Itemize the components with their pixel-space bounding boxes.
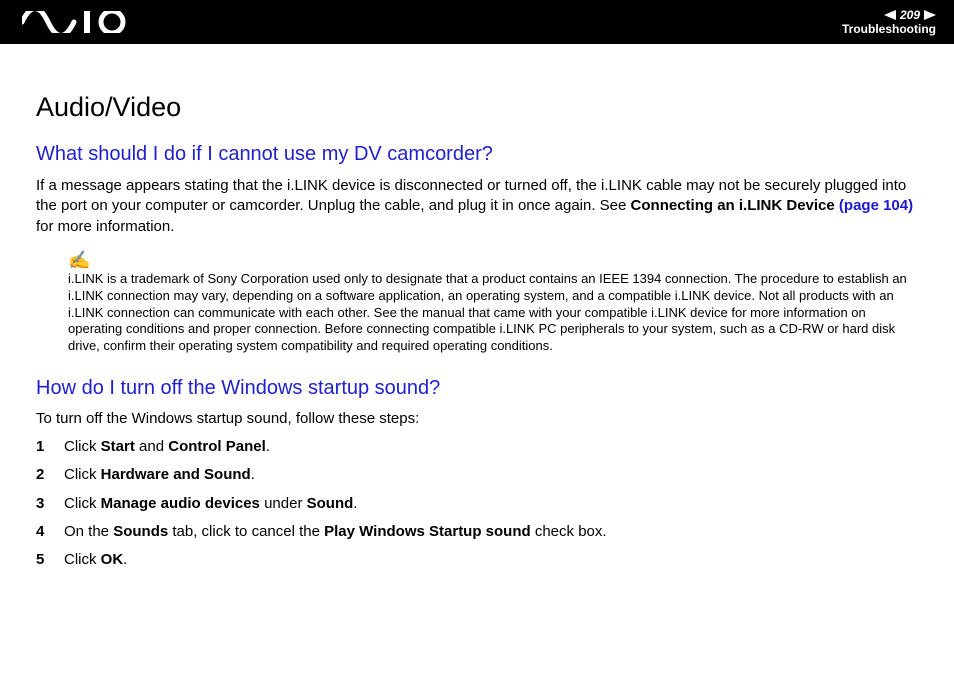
section2-heading: How do I turn off the Windows startup so… bbox=[36, 377, 918, 400]
note-text: i.LINK is a trademark of Sony Corporatio… bbox=[68, 271, 918, 355]
text: . bbox=[266, 438, 270, 455]
text: tab, click to cancel the bbox=[168, 523, 324, 540]
text: Click bbox=[64, 551, 101, 568]
text-bold: Play Windows Startup sound bbox=[324, 523, 531, 540]
text: Click bbox=[64, 495, 101, 512]
header-right: 209 Troubleshooting bbox=[842, 8, 936, 37]
text-bold: Control Panel bbox=[168, 438, 266, 455]
text: for more information. bbox=[36, 218, 174, 235]
note-icon: ✍ bbox=[68, 251, 918, 269]
text: Click bbox=[64, 466, 101, 483]
vaio-logo bbox=[22, 11, 130, 33]
page-number: 209 bbox=[900, 8, 920, 22]
section1-body: If a message appears stating that the i.… bbox=[36, 176, 918, 237]
next-page-arrow-icon[interactable] bbox=[924, 10, 936, 20]
text-bold: Sound bbox=[307, 495, 354, 512]
steps-list: Click Start and Control Panel. Click Har… bbox=[36, 437, 918, 570]
step-item: Click Hardware and Sound. bbox=[36, 465, 918, 485]
section2-intro: To turn off the Windows startup sound, f… bbox=[36, 410, 918, 427]
page-title: Audio/Video bbox=[36, 92, 918, 123]
section1-heading: What should I do if I cannot use my DV c… bbox=[36, 143, 918, 166]
step-item: Click Start and Control Panel. bbox=[36, 437, 918, 457]
text: and bbox=[135, 438, 168, 455]
text-bold: Start bbox=[101, 438, 135, 455]
prev-page-arrow-icon[interactable] bbox=[884, 10, 896, 20]
step-item: Click Manage audio devices under Sound. bbox=[36, 494, 918, 514]
page-nav: 209 bbox=[842, 8, 936, 22]
text: Click bbox=[64, 438, 101, 455]
text-bold: Manage audio devices bbox=[101, 495, 260, 512]
text-bold: Connecting an i.LINK Device bbox=[631, 197, 839, 214]
text: . bbox=[251, 466, 255, 483]
text-bold: Sounds bbox=[113, 523, 168, 540]
note-block: ✍ i.LINK is a trademark of Sony Corporat… bbox=[68, 251, 918, 355]
page-header: 209 Troubleshooting bbox=[0, 0, 954, 44]
text-bold: Hardware and Sound bbox=[101, 466, 251, 483]
breadcrumb: Troubleshooting bbox=[842, 22, 936, 36]
text-bold: OK bbox=[101, 551, 124, 568]
text: under bbox=[260, 495, 307, 512]
text: . bbox=[123, 551, 127, 568]
step-item: Click OK. bbox=[36, 550, 918, 570]
vaio-logo-svg bbox=[22, 11, 130, 33]
text: . bbox=[353, 495, 357, 512]
page-link[interactable]: (page 104) bbox=[839, 197, 913, 214]
page-content: Audio/Video What should I do if I cannot… bbox=[0, 44, 954, 598]
text: check box. bbox=[531, 523, 607, 540]
text: On the bbox=[64, 523, 113, 540]
step-item: On the Sounds tab, click to cancel the P… bbox=[36, 522, 918, 542]
